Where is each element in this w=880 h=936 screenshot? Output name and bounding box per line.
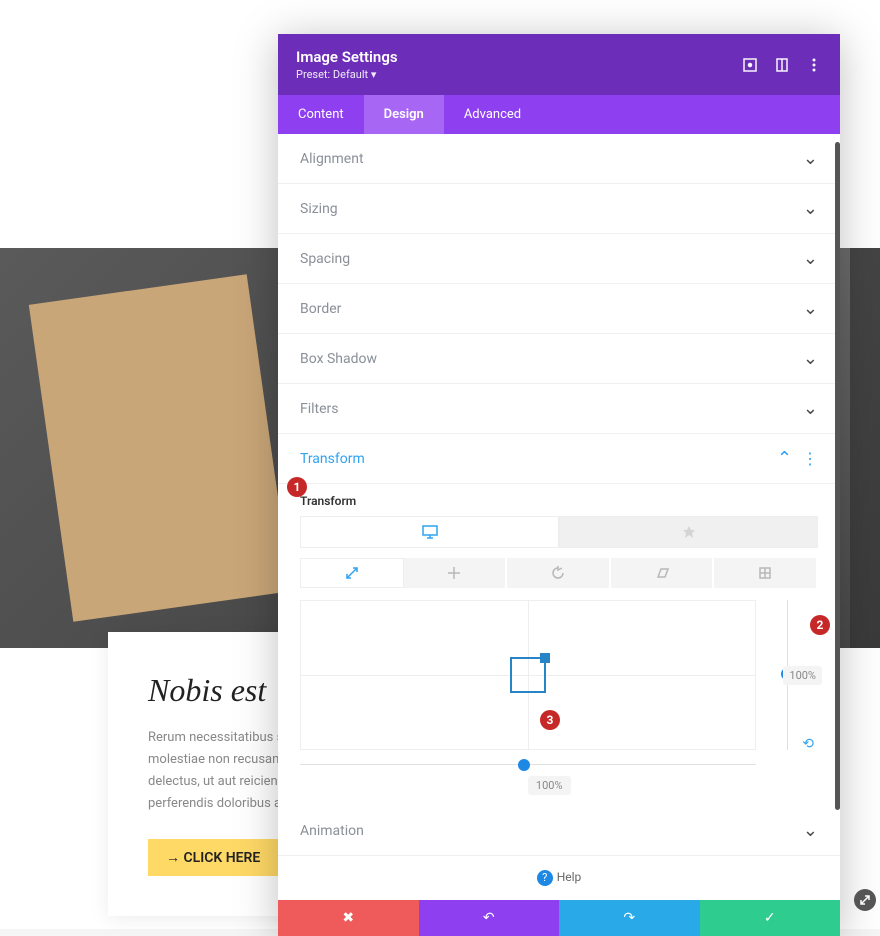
state-tabs xyxy=(300,516,818,548)
section-label: Sizing xyxy=(300,201,338,217)
tool-translate[interactable] xyxy=(404,558,508,588)
undo-button[interactable]: ↶ xyxy=(419,900,560,936)
state-tab-desktop[interactable] xyxy=(300,516,559,548)
origin-icon xyxy=(758,566,772,580)
slider-thumb[interactable] xyxy=(518,759,530,771)
settings-modal: Image Settings Preset: Default ▾ Content… xyxy=(278,34,840,936)
resize-icon xyxy=(859,894,871,906)
help-label: Help xyxy=(557,870,582,884)
chevron-up-icon xyxy=(777,449,792,468)
annotation-3: 3 xyxy=(540,710,560,730)
transform-controls: Transform xyxy=(278,484,840,806)
link-axes-icon[interactable]: ⟲ xyxy=(802,736,814,752)
rotate-icon xyxy=(551,566,565,580)
chevron-down-icon xyxy=(803,349,818,368)
tab-design[interactable]: Design xyxy=(364,95,444,134)
section-transform[interactable]: Transform ⋮ xyxy=(278,434,840,484)
slider-value-x[interactable]: 100% xyxy=(528,776,571,795)
section-label: Alignment xyxy=(300,151,364,167)
transform-handle-box[interactable] xyxy=(510,657,546,693)
chevron-down-icon xyxy=(803,821,818,840)
desktop-icon xyxy=(422,525,438,539)
panel-body: Alignment Sizing Spacing Border Box Shad… xyxy=(278,134,840,900)
section-animation[interactable]: Animation xyxy=(278,806,840,856)
section-label: Transform xyxy=(300,451,365,467)
transform-sublabel: Transform xyxy=(300,494,818,508)
state-tab-hover[interactable] xyxy=(559,516,818,548)
transform-tool-tabs xyxy=(300,558,818,588)
section-alignment[interactable]: Alignment xyxy=(278,134,840,184)
section-label: Filters xyxy=(300,401,339,417)
section-sizing[interactable]: Sizing xyxy=(278,184,840,234)
chevron-down-icon xyxy=(803,299,818,318)
expand-icon[interactable] xyxy=(742,57,758,73)
section-label: Animation xyxy=(300,823,364,839)
annotation-1: 1 xyxy=(287,477,307,497)
skew-icon xyxy=(655,566,669,580)
save-button[interactable]: ✓ xyxy=(700,900,841,936)
section-spacing[interactable]: Spacing xyxy=(278,234,840,284)
section-options-icon[interactable]: ⋮ xyxy=(802,449,818,468)
preset-dropdown[interactable]: Preset: Default ▾ xyxy=(296,68,398,81)
tool-rotate[interactable] xyxy=(507,558,611,588)
chevron-down-icon xyxy=(803,149,818,168)
modal-footer: ✖ ↶ ↷ ✓ xyxy=(278,900,840,936)
cancel-button[interactable]: ✖ xyxy=(278,900,419,936)
move-icon xyxy=(447,566,461,580)
section-filters[interactable]: Filters xyxy=(278,384,840,434)
transform-canvas[interactable] xyxy=(300,600,756,750)
card-cta-button[interactable]: → CLICK HERE xyxy=(148,839,278,876)
horizontal-slider[interactable]: 100% xyxy=(300,756,818,786)
chevron-down-icon xyxy=(803,249,818,268)
section-label: Spacing xyxy=(300,251,350,267)
vertical-slider[interactable]: 100% ⟲ xyxy=(756,600,818,750)
chevron-down-icon xyxy=(803,199,818,218)
resize-handle[interactable] xyxy=(854,889,876,911)
scale-icon xyxy=(345,566,359,580)
chevron-down-icon xyxy=(803,399,818,418)
tool-scale[interactable] xyxy=(300,558,404,588)
redo-button[interactable]: ↷ xyxy=(559,900,700,936)
annotation-2: 2 xyxy=(810,615,830,635)
section-border[interactable]: Border xyxy=(278,284,840,334)
section-label: Box Shadow xyxy=(300,351,377,367)
help-icon: ? xyxy=(537,870,553,886)
main-tabs: Content Design Advanced xyxy=(278,95,840,134)
tab-content[interactable]: Content xyxy=(278,95,364,134)
scrollbar[interactable] xyxy=(835,134,840,900)
modal-title: Image Settings xyxy=(296,48,398,66)
tab-advanced[interactable]: Advanced xyxy=(444,95,541,134)
pin-icon xyxy=(682,525,696,539)
slider-value-y[interactable]: 100% xyxy=(783,666,822,685)
section-label: Border xyxy=(300,301,341,317)
help-link[interactable]: ? Help xyxy=(278,856,840,900)
tool-origin[interactable] xyxy=(714,558,818,588)
tool-skew[interactable] xyxy=(611,558,715,588)
section-box-shadow[interactable]: Box Shadow xyxy=(278,334,840,384)
responsive-icon[interactable] xyxy=(774,57,790,73)
more-icon[interactable] xyxy=(806,57,822,73)
modal-header[interactable]: Image Settings Preset: Default ▾ xyxy=(278,34,840,95)
